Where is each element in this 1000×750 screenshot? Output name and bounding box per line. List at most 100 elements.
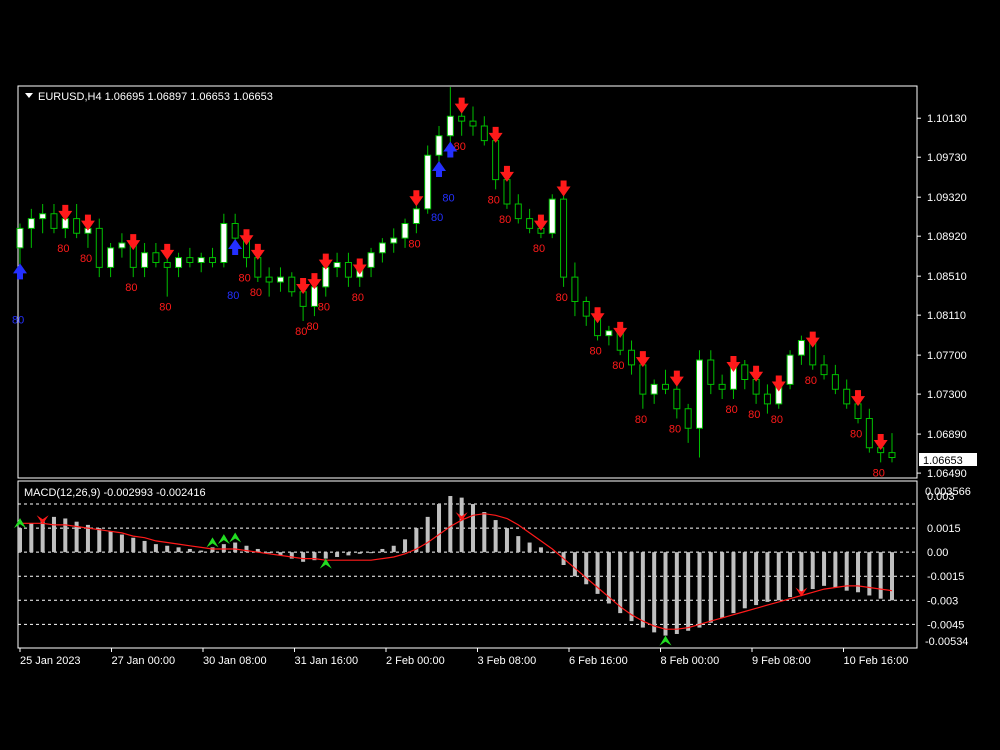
macd-bar [18, 528, 22, 553]
buy-signal-label: 80 [227, 290, 239, 302]
sell-signal-label: 80 [771, 414, 783, 426]
candle-body [175, 257, 183, 268]
macd-bar [878, 552, 883, 599]
candle-body [786, 354, 794, 385]
sell-signal-label: 80 [318, 302, 330, 314]
candle-body [231, 223, 239, 239]
candle-body [50, 213, 58, 229]
candle-body [344, 262, 352, 278]
sell-signal-label: 80 [499, 214, 511, 226]
macd-top-label-overlap: 0.003 [927, 491, 955, 503]
time-tick-label: 10 Feb 16:00 [844, 655, 909, 667]
macd-bar [165, 545, 170, 553]
macd-bar [425, 516, 430, 553]
macd-bar [85, 524, 90, 553]
macd-bar [482, 512, 487, 553]
candle-body [458, 115, 466, 122]
background [0, 0, 1000, 750]
price-tick-label: 1.08920 [927, 231, 967, 243]
macd-bar [663, 552, 668, 636]
candle-body [424, 154, 432, 210]
candle-body [367, 252, 375, 268]
candle-body [639, 364, 647, 395]
macd-bar [674, 552, 679, 634]
sell-signal-label: 80 [352, 292, 364, 304]
buy-signal-label: 80 [442, 193, 454, 205]
current-price-label: 1.06653 [923, 455, 963, 467]
candle-body [310, 286, 318, 307]
macd-bar [437, 504, 442, 553]
candle-body [514, 203, 522, 220]
buy-signal-label: 80 [12, 314, 24, 326]
candle-body [197, 257, 205, 263]
sell-signal-label: 80 [533, 243, 545, 255]
candle-body [469, 120, 477, 127]
candle-body [152, 252, 160, 263]
macd-bar [527, 542, 532, 553]
candle-body [27, 218, 35, 229]
macd-bar [810, 552, 815, 590]
candle-body [605, 330, 613, 337]
macd-bar [572, 552, 577, 577]
macd-bar [550, 552, 555, 554]
candle-body [865, 418, 873, 449]
candle-body [492, 140, 500, 181]
macd-bar [221, 544, 226, 553]
macd-bar [776, 552, 781, 601]
macd-bar [391, 545, 396, 553]
candle-body [378, 242, 386, 254]
macd-bar [867, 552, 872, 596]
sell-signal-label: 80 [635, 414, 647, 426]
candle-body [254, 257, 262, 278]
time-tick-label: 3 Feb 08:00 [478, 655, 537, 667]
candle-body [95, 227, 103, 268]
candle-body [435, 135, 443, 156]
candle-body [707, 359, 715, 385]
macd-bar [210, 547, 215, 553]
price-tick-label: 1.08510 [927, 271, 967, 283]
candle-body [288, 276, 296, 293]
macd-bar [403, 539, 408, 553]
candle-body [526, 218, 534, 229]
candle-body [797, 340, 805, 356]
candle-body [673, 388, 681, 410]
macd-bar [323, 552, 328, 559]
macd-bar [335, 552, 340, 557]
candle-body [276, 276, 284, 283]
sell-signal-label: 80 [80, 253, 92, 265]
macd-bar [176, 547, 181, 553]
macd-bar [346, 552, 351, 556]
macd-bar [131, 537, 136, 553]
candle-body [831, 374, 839, 390]
macd-bar [119, 534, 124, 553]
candle-body [695, 359, 703, 429]
macd-bar [788, 552, 793, 598]
macd-bar [459, 497, 464, 553]
price-tick-label: 1.09730 [927, 152, 967, 164]
macd-bar [538, 547, 543, 553]
macd-bar [153, 544, 158, 553]
sell-signal-label: 80 [805, 375, 817, 387]
macd-bar [199, 550, 204, 553]
sell-signal-label: 80 [748, 409, 760, 421]
macd-bar [754, 552, 759, 606]
candle-body [820, 364, 828, 376]
macd-bar [652, 552, 657, 633]
price-tick-label: 1.07300 [927, 389, 967, 401]
candle-body [480, 125, 488, 142]
sell-signal-label: 80 [488, 194, 500, 206]
macd-bottom-label: -0.00534 [925, 636, 968, 648]
sell-signal-label: 80 [250, 287, 262, 299]
macd-bar [448, 496, 453, 553]
candle-body [843, 388, 851, 405]
macd-bar [731, 552, 736, 614]
candle-body [209, 257, 217, 263]
candle-body [16, 227, 24, 249]
macd-bar [29, 523, 34, 553]
sell-signal-label: 80 [556, 292, 568, 304]
macd-bar [890, 552, 894, 601]
candle-body [163, 262, 171, 268]
candle-body [662, 383, 670, 390]
candle-body [322, 266, 330, 288]
macd-bar [233, 542, 238, 553]
